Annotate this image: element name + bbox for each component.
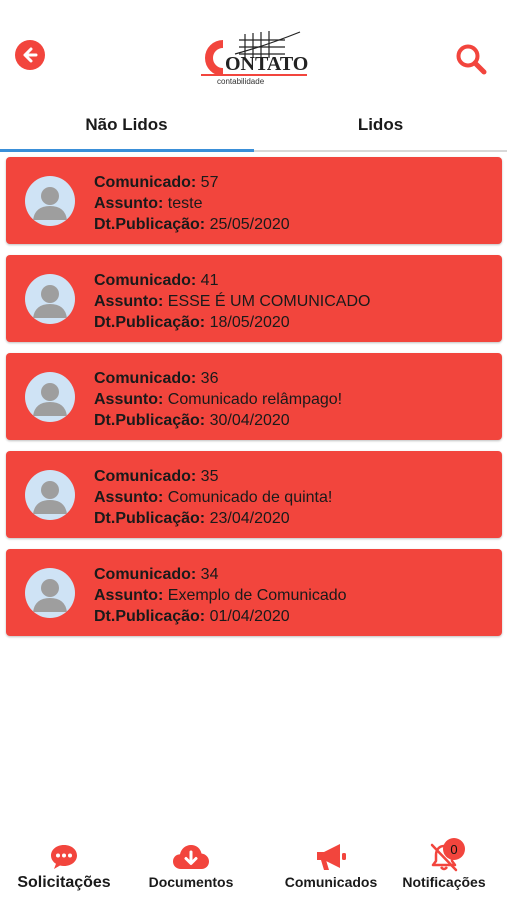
assunto-value: Comunicado de quinta! [167,489,333,506]
assunto-label: Assunto: [94,587,164,604]
publicacao-date: 23/04/2020 [209,510,290,527]
comunicado-card[interactable]: Comunicado: 36 Assunto: Comunicado relâm… [6,353,502,440]
active-tab-indicator [0,149,254,152]
publicacao-label: Dt.Publicação: [94,608,206,625]
tab-lidos[interactable]: Lidos [254,100,507,150]
user-placeholder-icon [33,383,67,416]
user-placeholder-icon [33,285,67,318]
tab-divider [254,150,507,152]
comunicado-label: Comunicado: [94,272,197,289]
nav-solicitacoes[interactable]: Solicitações [6,830,122,900]
megaphone-icon [314,842,348,872]
nav-label: Notificações [402,874,486,890]
comunicado-id: 36 [200,370,219,387]
card-details: Comunicado: 41 Assunto: ESSE É UM COMUNI… [94,270,370,333]
publicacao-date: 25/05/2020 [209,216,290,233]
contato-logo: ONTATO contabilidade [195,28,315,86]
publicacao-date: 18/05/2020 [209,314,290,331]
card-details: Comunicado: 36 Assunto: Comunicado relâm… [94,368,342,431]
publicacao-label: Dt.Publicação: [94,314,206,331]
publicacao-label: Dt.Publicação: [94,510,206,527]
tab-bar: Não Lidos Lidos [0,100,507,154]
nav-notificacoes[interactable]: 0 Notificações [393,830,495,900]
nav-documentos[interactable]: Documentos [136,830,246,900]
cloud-download-icon [172,842,210,872]
search-button[interactable] [454,42,488,76]
publicacao-label: Dt.Publicação: [94,216,206,233]
assunto-value: teste [167,195,203,212]
tab-label: Não Lidos [85,115,168,134]
avatar [25,274,75,324]
comunicado-label: Comunicado: [94,468,197,485]
comunicado-label: Comunicado: [94,566,197,583]
comunicado-card[interactable]: Comunicado: 35 Assunto: Comunicado de qu… [6,451,502,538]
comunicado-id: 41 [200,272,219,289]
assunto-value: ESSE É UM COMUNICADO [167,293,371,310]
comunicado-card[interactable]: Comunicado: 41 Assunto: ESSE É UM COMUNI… [6,255,502,342]
comunicado-label: Comunicado: [94,370,197,387]
avatar [25,176,75,226]
assunto-label: Assunto: [94,391,164,408]
svg-text:contabilidade: contabilidade [217,77,265,86]
assunto-label: Assunto: [94,489,164,506]
avatar [25,568,75,618]
svg-text:ONTATO: ONTATO [225,53,308,75]
nav-label: Solicitações [17,874,111,891]
nav-comunicados[interactable]: Comunicados [262,830,400,900]
user-placeholder-icon [33,579,67,612]
publicacao-label: Dt.Publicação: [94,412,206,429]
card-details: Comunicado: 34 Assunto: Exemplo de Comun… [94,564,347,627]
publicacao-date: 30/04/2020 [209,412,290,429]
nav-label: Comunicados [284,874,378,890]
comunicado-id: 35 [200,468,219,485]
user-placeholder-icon [33,187,67,220]
avatar [25,470,75,520]
comunicado-id: 57 [200,174,219,191]
card-details: Comunicado: 57 Assunto: teste Dt.Publica… [94,172,290,235]
notification-badge: 0 [443,838,465,860]
comunicados-list: Comunicado: 57 Assunto: teste Dt.Publica… [6,157,502,647]
assunto-value: Exemplo de Comunicado [167,587,347,604]
arrow-left-icon [23,47,38,63]
card-details: Comunicado: 35 Assunto: Comunicado de qu… [94,466,332,529]
avatar [25,372,75,422]
tab-nao-lidos[interactable]: Não Lidos [0,100,253,150]
tab-label: Lidos [357,115,404,134]
chat-icon [49,842,79,872]
comunicado-card[interactable]: Comunicado: 34 Assunto: Exemplo de Comun… [6,549,502,636]
assunto-label: Assunto: [94,195,164,212]
assunto-label: Assunto: [94,293,164,310]
user-placeholder-icon [33,481,67,514]
app-header: ONTATO contabilidade [0,0,507,100]
comunicado-id: 34 [200,566,219,583]
nav-label: Documentos [148,874,234,890]
back-button[interactable] [15,40,45,70]
comunicado-label: Comunicado: [94,174,197,191]
comunicado-card[interactable]: Comunicado: 57 Assunto: teste Dt.Publica… [6,157,502,244]
bottom-navigation: Solicitações Documentos Comunicados 0 No… [0,830,507,900]
search-icon [456,44,487,75]
publicacao-date: 01/04/2020 [209,608,290,625]
assunto-value: Comunicado relâmpago! [167,391,343,408]
